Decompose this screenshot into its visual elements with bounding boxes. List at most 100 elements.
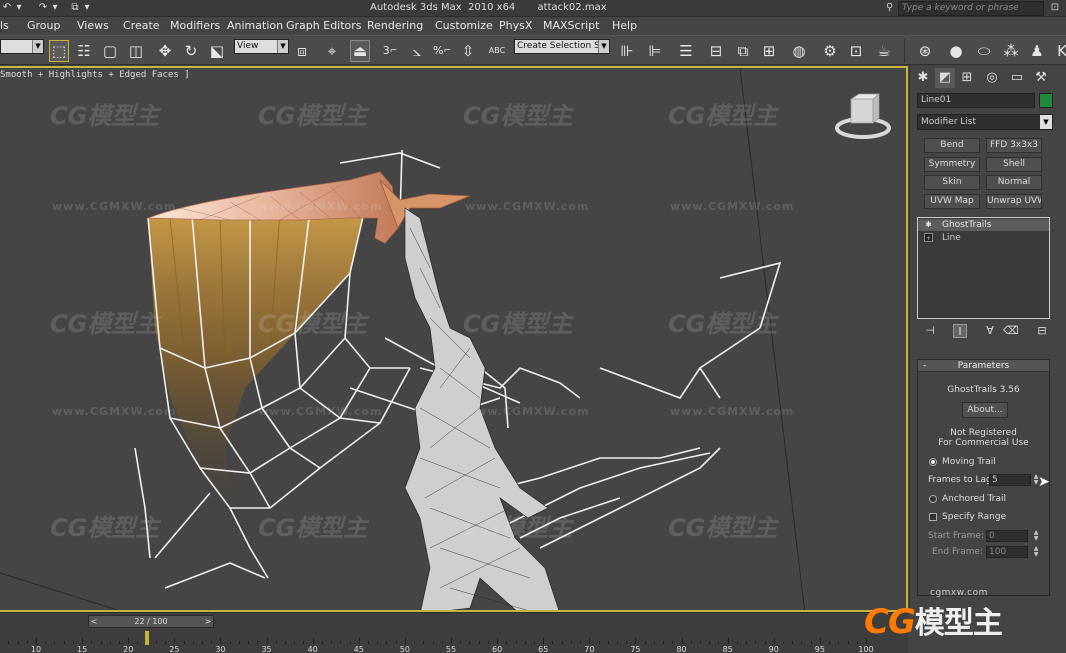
menu-physx[interactable]: PhysX xyxy=(499,18,532,34)
hierarchy-icon[interactable]: ⊞ xyxy=(957,68,977,88)
select-by-name-icon[interactable]: ☷ xyxy=(74,40,94,62)
anchored-trail-radio[interactable] xyxy=(929,495,937,503)
mirror-icon[interactable]: ⊪ xyxy=(617,40,637,62)
named-selection-dropdown[interactable]: Create Selection Se ▼ xyxy=(514,39,610,54)
snaps-toggle-icon[interactable]: 3 ⌐ xyxy=(380,40,400,62)
stack-item-ghosttrails[interactable]: ✱ GhostTrails xyxy=(918,219,1049,231)
modifier-button-skin[interactable]: Skin xyxy=(924,175,980,190)
viewport-shading-label[interactable]: Smooth + Highlights + Edged Faces ] xyxy=(0,70,190,80)
timeline-tick xyxy=(681,638,683,644)
expand-icon[interactable]: + xyxy=(924,233,933,242)
extra-tool-icon[interactable]: ⊛ xyxy=(915,40,935,62)
rollout-header[interactable]: - Parameters xyxy=(918,360,1049,372)
more-tools-icon[interactable]: K xyxy=(1052,40,1066,62)
menu-help[interactable]: Help xyxy=(612,18,637,34)
object-color-swatch[interactable] xyxy=(1039,93,1053,108)
time-slider[interactable]: < 22 / 100 > xyxy=(88,615,214,628)
current-frame-marker[interactable] xyxy=(144,631,149,645)
select-rotate-icon[interactable]: ↻ xyxy=(181,40,201,62)
select-move-icon[interactable]: ✥ xyxy=(155,40,175,62)
dropdown-arrow-icon[interactable]: ▾ xyxy=(84,1,90,15)
create-icon[interactable]: ✱ xyxy=(913,68,933,88)
redo-icon[interactable]: ↷ xyxy=(36,1,50,15)
edit-named-selection-icon[interactable]: ABC xyxy=(487,40,507,62)
previous-frame-icon[interactable]: < xyxy=(89,616,99,627)
modifier-button-unwrap-uvw[interactable]: Unwrap UVW xyxy=(986,194,1042,209)
rendered-frame-window-icon[interactable]: ⊡ xyxy=(846,40,866,62)
menu-animation[interactable]: Animation xyxy=(227,18,283,34)
modifier-list-dropdown[interactable]: Modifier List ▼ xyxy=(917,114,1053,130)
dropdown-arrow-icon[interactable]: ▾ xyxy=(52,1,58,15)
menu-rendering[interactable]: Rendering xyxy=(367,18,423,34)
menu-maxscript[interactable]: MAXScript xyxy=(543,18,599,34)
modifier-button-ffd[interactable]: FFD 3x3x3 xyxy=(986,138,1042,153)
rectangular-selection-icon[interactable]: ▢ xyxy=(100,40,120,62)
next-frame-icon[interactable]: > xyxy=(203,616,213,627)
layer-manager-icon[interactable]: ☰ xyxy=(676,40,696,62)
particle-icon[interactable]: ⁂ xyxy=(1001,40,1021,62)
end-frame-spinner[interactable]: 100 xyxy=(986,546,1028,558)
timeline-tick xyxy=(487,641,489,644)
show-end-result-icon[interactable]: I xyxy=(953,324,967,338)
window-crossing-icon[interactable]: ◫ xyxy=(126,40,146,62)
align-icon[interactable]: ⊫ xyxy=(645,40,665,62)
reference-coordinate-dropdown[interactable]: View ▼ xyxy=(234,39,289,54)
keyboard-shortcut-override-icon[interactable]: ⏏ xyxy=(350,40,370,62)
selection-filter-dropdown[interactable]: ▼ xyxy=(0,39,44,54)
schematic-view-icon[interactable]: ⊞ xyxy=(759,40,779,62)
pin-stack-icon[interactable]: ⊣ xyxy=(923,324,937,338)
about-button[interactable]: About... xyxy=(962,402,1008,418)
menu-modifiers[interactable]: Modifiers xyxy=(170,18,220,34)
utilities-icon[interactable]: ⚒ xyxy=(1031,68,1051,88)
object-name-field[interactable]: Line01 xyxy=(917,93,1035,108)
render-setup-icon[interactable]: ⚙ xyxy=(820,40,840,62)
motion-icon[interactable]: ◎ xyxy=(982,68,1002,88)
make-unique-icon[interactable]: ∀ xyxy=(983,324,997,338)
graphite-ribbon-icon[interactable]: ⊟ xyxy=(706,40,726,62)
remove-modifier-icon[interactable]: ⌫ xyxy=(1003,324,1019,338)
perspective-viewport[interactable]: Smooth + Highlights + Edged Faces ] CG模型… xyxy=(0,66,908,612)
help-icon[interactable]: ⊡ xyxy=(1048,1,1062,15)
dropdown-arrow-icon[interactable]: ▾ xyxy=(16,1,22,15)
specify-range-checkbox[interactable] xyxy=(929,513,937,521)
search-input[interactable]: Type a keyword or phrase xyxy=(898,1,1044,16)
menu-customize[interactable]: Customize xyxy=(435,18,493,34)
modifier-button-normal[interactable]: Normal xyxy=(986,175,1042,190)
stack-item-line[interactable]: + Line xyxy=(918,232,1049,244)
select-scale-icon[interactable]: ⬕ xyxy=(207,40,227,62)
binoculars-icon[interactable]: ⚲ xyxy=(886,2,898,14)
select-manipulate-icon[interactable]: ⌖ xyxy=(322,40,342,62)
material-editor-icon[interactable]: ◍ xyxy=(789,40,809,62)
modifier-button-bend[interactable]: Bend xyxy=(924,138,980,153)
select-object-icon[interactable]: ⬚ xyxy=(49,40,69,62)
modifier-button-symmetry[interactable]: Symmetry xyxy=(924,157,980,172)
timeline-track[interactable]: 10 15 20 25 30 35 40 45 50 55 60 65 70 75 80 85 90 95 100 xyxy=(0,630,908,653)
modifier-button-shell[interactable]: Shell xyxy=(986,157,1042,172)
pivot-center-icon[interactable]: ⧈ xyxy=(292,40,312,62)
menu-views[interactable]: Views xyxy=(77,18,109,34)
start-frame-spinner[interactable]: 0 xyxy=(986,530,1028,542)
spinner-arrows-icon[interactable]: ▲ ▼ xyxy=(1032,546,1040,558)
menu-create[interactable]: Create xyxy=(123,18,160,34)
configure-modifier-sets-icon[interactable]: ⊟ xyxy=(1035,324,1049,338)
modify-icon[interactable]: ◩ xyxy=(935,68,955,88)
curve-editor-icon[interactable]: ⧉ xyxy=(733,40,753,62)
lightbulb-icon[interactable]: ✱ xyxy=(924,220,933,229)
sphere-primitive-icon[interactable]: ● xyxy=(946,40,966,62)
spinner-arrows-icon[interactable]: ▲ ▼ xyxy=(1032,530,1040,542)
hold-icon[interactable]: ⧉ xyxy=(68,1,82,15)
moving-trail-radio[interactable] xyxy=(929,458,937,466)
render-production-icon[interactable]: ☕ xyxy=(874,40,894,62)
modifier-button-uvw-map[interactable]: UVW Map xyxy=(924,194,980,209)
percent-snap-icon[interactable]: % ⌐ xyxy=(432,40,452,62)
menu-graph-editors[interactable]: Graph Editors xyxy=(286,18,362,34)
display-icon[interactable]: ▭ xyxy=(1007,68,1027,88)
menu-group[interactable]: Group xyxy=(27,18,61,34)
undo-icon[interactable]: ↶ xyxy=(0,1,14,15)
angle-snap-icon[interactable]: ⦣ xyxy=(407,40,427,62)
menu-tools[interactable]: ls xyxy=(0,18,9,34)
cylinder-primitive-icon[interactable]: ⬭ xyxy=(974,40,994,62)
frames-to-lag-spinner[interactable]: 5 xyxy=(989,474,1031,486)
character-icon[interactable]: ♟ xyxy=(1027,40,1047,62)
spinner-snap-icon[interactable]: ⇳ xyxy=(458,40,478,62)
